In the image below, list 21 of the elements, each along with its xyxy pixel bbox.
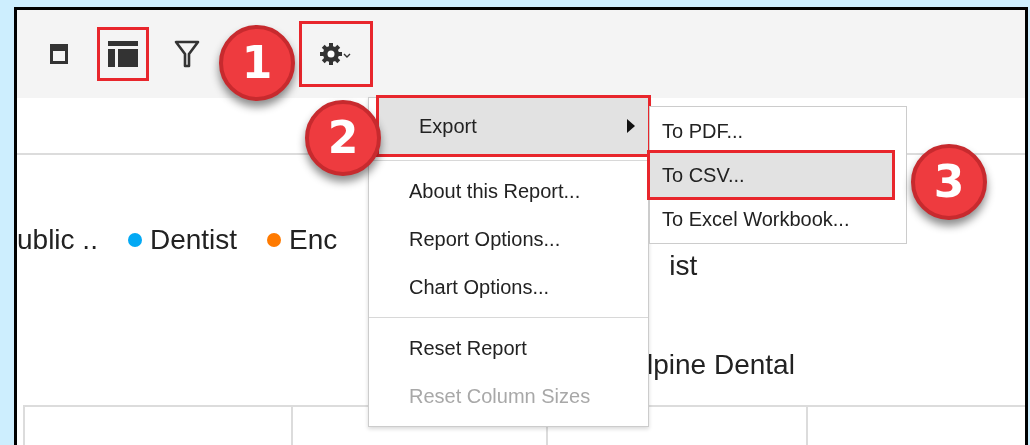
gear-icon [319, 42, 353, 66]
toolbar-button[interactable] [299, 21, 373, 87]
chart-title: lpine Dental [647, 348, 795, 382]
menu-item[interactable]: Export [379, 98, 648, 154]
menu-item[interactable]: Reset Report [369, 324, 648, 372]
submenu-item[interactable]: To CSV... [650, 153, 892, 197]
submenu-item[interactable]: To PDF... [650, 109, 906, 153]
submenu-arrow-icon [626, 119, 636, 133]
menu-item[interactable]: Report Options... [369, 215, 648, 263]
legend-label: Dentist [149, 223, 238, 257]
callout-badge: 3 [911, 144, 987, 220]
filter-icon [174, 40, 200, 68]
legend-label: ublic .. [17, 223, 98, 257]
toolbar-button[interactable] [97, 27, 149, 81]
menu-item[interactable]: Chart Options... [369, 263, 648, 311]
legend-label: Enc [289, 223, 338, 257]
layout-icon [108, 41, 138, 67]
legend-label: ist [669, 249, 698, 283]
submenu-item[interactable]: To Excel Workbook... [650, 197, 906, 241]
panel-icon [49, 43, 69, 65]
callout-badge: 2 [305, 100, 381, 176]
